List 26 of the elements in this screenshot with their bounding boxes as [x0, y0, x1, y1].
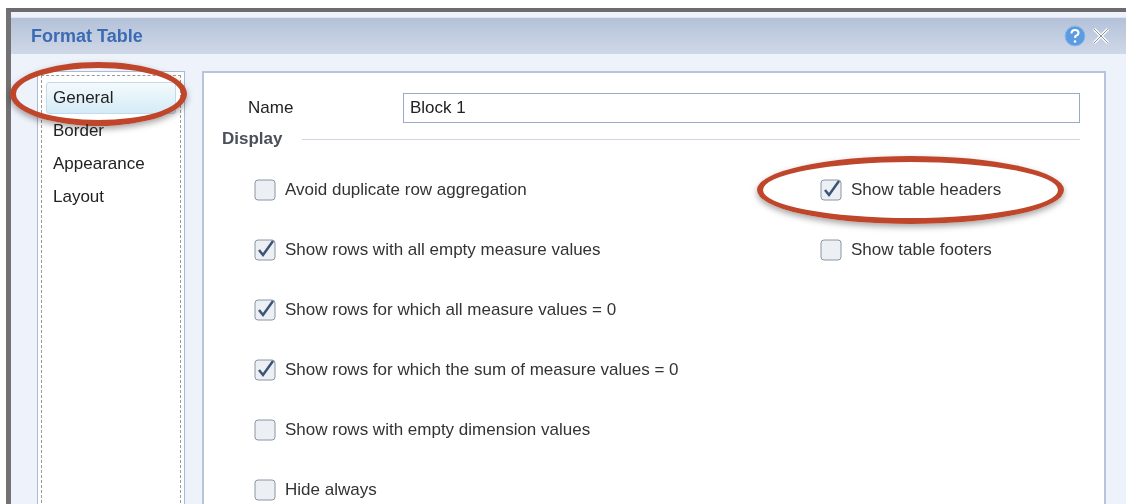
name-field[interactable]: Block 1 — [403, 93, 1080, 123]
option-label: Show table headers — [851, 180, 1002, 200]
section-heading: Display — [222, 129, 283, 149]
option-label: Avoid duplicate row aggregation — [285, 180, 527, 200]
checkbox[interactable] — [254, 179, 276, 201]
option-label: Show rows for which the sum of measure values = 0 — [285, 360, 679, 380]
checkbox[interactable] — [254, 299, 276, 321]
option-label: Show rows for which all measure values = 0 — [285, 300, 617, 320]
close-icon[interactable] — [1092, 27, 1110, 45]
checkbox[interactable] — [254, 359, 276, 381]
option-label: Hide always — [285, 480, 377, 500]
help-icon[interactable] — [1064, 25, 1086, 47]
sidebar-item[interactable]: Border — [46, 115, 176, 147]
window-title: Format Table — [31, 25, 144, 47]
option-label: Show table footers — [851, 240, 992, 260]
option-label: Show rows with empty dimension values — [285, 420, 591, 440]
sidebar-item[interactable]: Appearance — [46, 148, 176, 180]
checkbox[interactable] — [820, 179, 842, 201]
checkbox[interactable] — [254, 239, 276, 261]
option-label: Show rows with all empty measure values — [285, 240, 601, 260]
checkbox[interactable] — [254, 419, 276, 441]
checkbox[interactable] — [254, 479, 276, 501]
sidebar-item[interactable]: General — [46, 82, 176, 114]
checkbox[interactable] — [820, 239, 842, 261]
name-label: Name — [248, 98, 295, 118]
sidebar-item[interactable]: Layout — [46, 181, 176, 213]
